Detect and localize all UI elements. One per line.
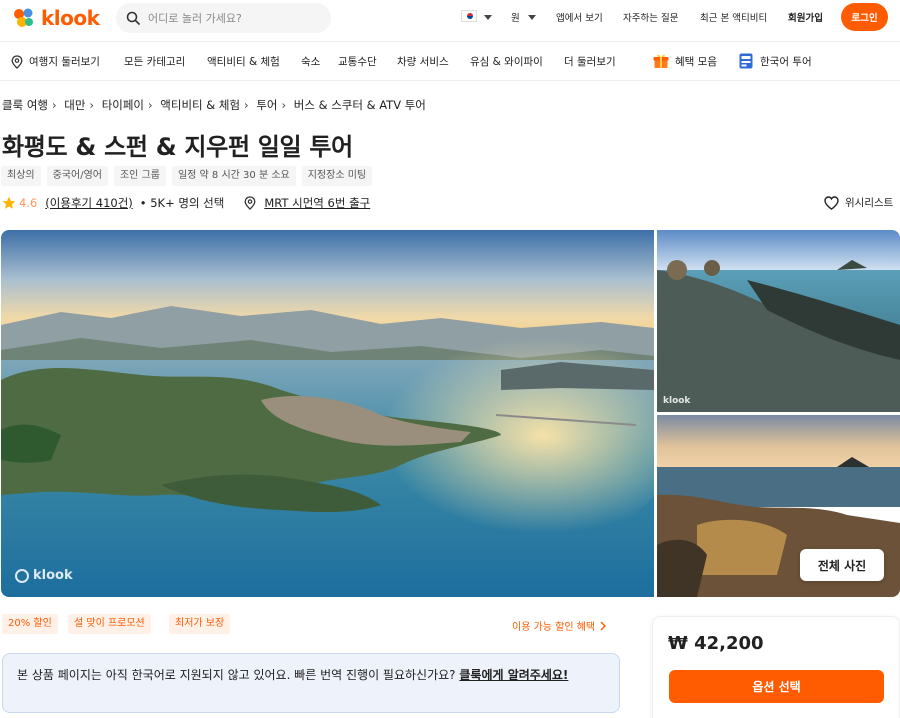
nav-item-car-service[interactable]: 차량 서비스 (397, 54, 449, 69)
nav-item-more[interactable]: 더 둘러보기 (564, 54, 616, 69)
side-photo-top[interactable]: klook (657, 230, 900, 412)
nav-item-deals[interactable]: 혜택 모음 (675, 54, 717, 69)
meeting-point-link[interactable]: MRT 시먼역 6번 출구 (264, 195, 370, 211)
gift-icon (653, 54, 669, 68)
nav-item-korean-tours[interactable]: 한국어 투어 (760, 54, 812, 69)
nav-item-activities[interactable]: 액티비티 & 체험 (207, 54, 280, 69)
location-pin-icon (244, 196, 256, 210)
klook-watermark: klook (15, 568, 73, 583)
signup-link[interactable]: 회원가입 (788, 10, 823, 24)
language-chevron-down-icon[interactable] (484, 15, 492, 20)
faq-link[interactable]: 자주하는 질문 (623, 10, 678, 24)
breadcrumb: 클룩 여행 › 대만 › 타이페이 › 액티비티 & 체험 › 투어 › 버스 & 스쿠터… (2, 97, 426, 113)
recently-viewed-link[interactable]: 최근 본 액티비티 (700, 10, 767, 24)
rating-value: 4.6 (19, 196, 38, 210)
klook-logo[interactable]: klook (12, 5, 100, 31)
promo-badge: 최저가 보장 (169, 614, 231, 634)
product-tags: 최상의 중국어/영어 조인 그룹 일정 약 8 시간 30 분 소요 지정장소 … (1, 166, 373, 186)
search-icon (126, 11, 140, 25)
brand-name: klook (41, 6, 100, 30)
korean-tour-icon (739, 53, 753, 69)
chevron-right-icon: › (244, 98, 249, 112)
open-app-link[interactable]: 앱에서 보기 (556, 10, 603, 24)
translation-notice: 본 상품 페이지는 아직 한국어로 지원되지 않고 있어요. 빠른 번역 진행이… (2, 653, 620, 713)
nav-item-transport[interactable]: 교통수단 (338, 54, 377, 69)
notice-text: 본 상품 페이지는 아직 한국어로 지원되지 않고 있어요. 빠른 번역 진행이… (17, 668, 460, 682)
search-input[interactable] (148, 11, 318, 25)
tag-badge: 조인 그룹 (113, 166, 166, 186)
nav-item-hotels[interactable]: 숙소 (301, 54, 320, 69)
nav-item-all-categories[interactable]: 모든 카테고리 (124, 54, 185, 69)
currency-selector[interactable]: 원 (511, 0, 536, 34)
main-photo[interactable]: klook (1, 230, 654, 597)
tag-badge: 지정장소 미팅 (301, 166, 373, 186)
price-card: ₩ 42,200 옵션 선택 (652, 616, 900, 718)
category-nav: 여행지 둘러보기 모든 카테고리 액티비티 & 체험 숙소 교통수단 차량 서비… (0, 41, 900, 81)
location-pin-icon (11, 55, 23, 69)
breadcrumb-item[interactable]: 투어 (256, 98, 277, 112)
price-amount: ₩ 42,200 (668, 633, 764, 654)
wishlist-label: 위시리스트 (845, 197, 894, 209)
promo-badge: 설 맞이 프로모션 (68, 614, 151, 634)
breadcrumb-item[interactable]: 버스 & 스쿠터 & ATV 투어 (294, 98, 426, 112)
select-option-button[interactable]: 옵션 선택 (669, 670, 884, 703)
chevron-right-icon (600, 621, 607, 630)
heart-icon (824, 195, 839, 210)
available-discounts-link[interactable]: 이용 가능 할인 혜택 (512, 618, 607, 633)
login-button[interactable]: 로그인 (841, 3, 888, 31)
star-icon (2, 196, 16, 209)
nav-item-destinations[interactable]: 여행지 둘러보기 (29, 54, 100, 69)
wishlist-button[interactable]: 위시리스트 (824, 195, 893, 210)
booked-count: • 5K+ 명의 선택 (139, 196, 225, 210)
klook-watermark-icon (15, 568, 29, 583)
chevron-right-icon: › (51, 98, 57, 112)
top-header: klook 원 앱에서 보기 자주하는 질문 최근 본 액티비티 회원가입 로그… (0, 0, 900, 36)
language-flag-icon[interactable] (461, 10, 477, 22)
promo-badge: 20% 할인 (2, 614, 58, 634)
klook-logo-icon (12, 6, 36, 30)
breadcrumb-item[interactable]: 액티비티 & 체험 (160, 98, 240, 112)
chevron-right-icon: › (281, 98, 287, 112)
page-title: 화평도 & 스펀 & 지우펀 일일 투어 (2, 133, 353, 161)
search-bar[interactable] (116, 3, 331, 33)
tag-badge: 일정 약 8 시간 30 분 소요 (171, 166, 296, 186)
currency-chevron-down-icon (527, 14, 536, 20)
currency-label: 원 (511, 13, 520, 24)
breadcrumb-item[interactable]: 타이페이 (102, 98, 144, 112)
notify-klook-link[interactable]: 클룩에게 알려주세요! (459, 668, 568, 682)
reviews-link[interactable]: (이용후기 410건) (45, 195, 132, 211)
breadcrumb-item[interactable]: 대만 (64, 98, 85, 112)
breadcrumb-item[interactable]: 클룩 여행 (2, 98, 48, 112)
tag-badge: 최상의 (1, 166, 41, 186)
nav-item-sim-wifi[interactable]: 유심 & 와이파이 (470, 54, 543, 69)
chevron-right-icon: › (89, 98, 95, 112)
rating-row: 4.6 (이용후기 410건) • 5K+ 명의 선택 MRT 시먼역 6번 출… (2, 194, 370, 212)
all-photos-button[interactable]: 전체 사진 (800, 549, 884, 581)
klook-watermark: klook (663, 396, 691, 406)
tag-badge: 중국어/영어 (46, 166, 108, 186)
chevron-right-icon: › (148, 98, 153, 112)
